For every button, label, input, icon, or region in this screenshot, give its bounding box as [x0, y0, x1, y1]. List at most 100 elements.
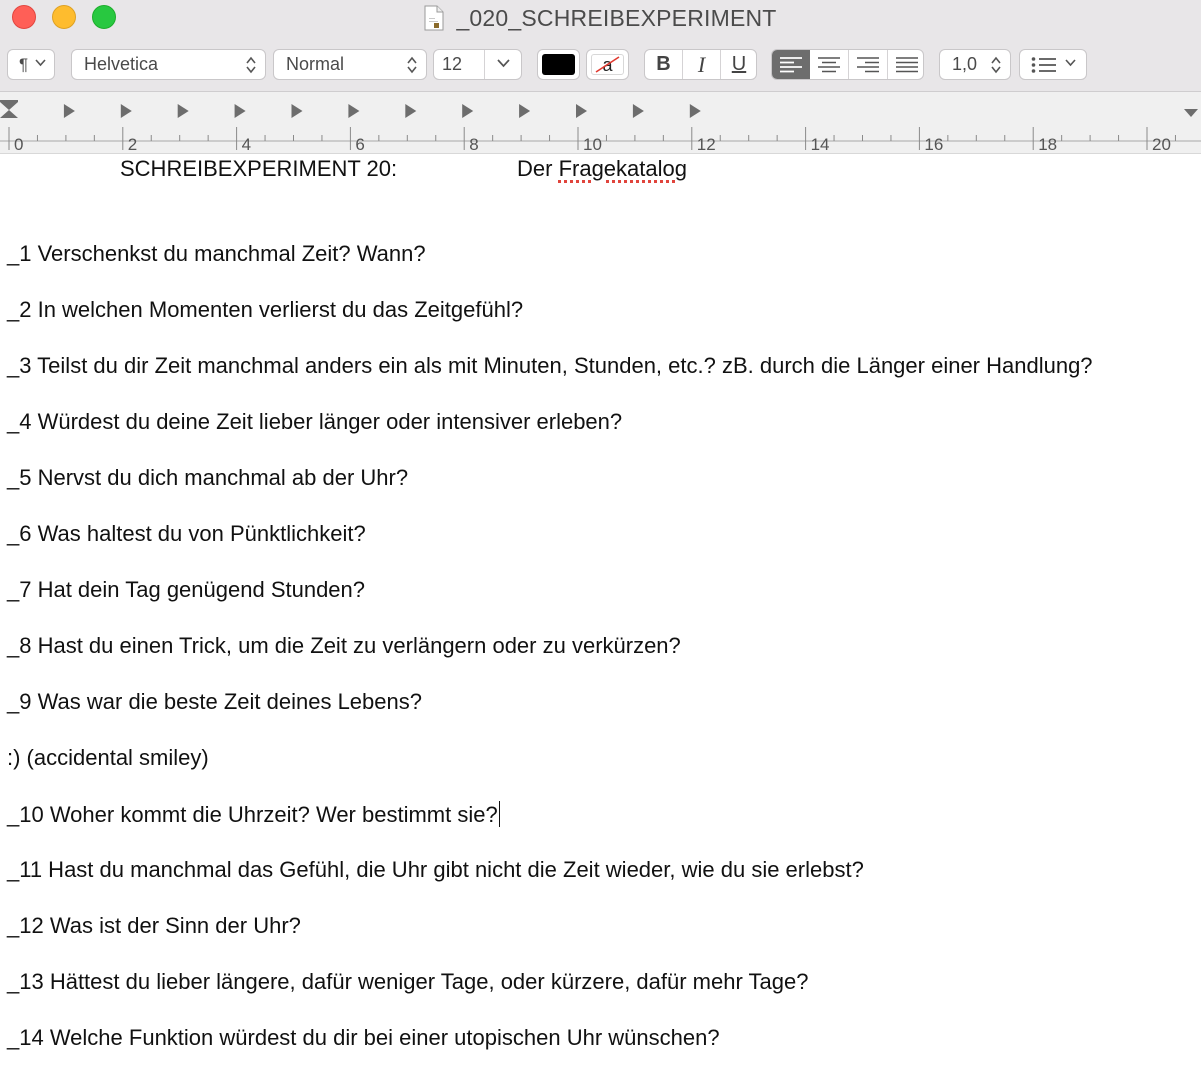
paragraph: _2 In welchen Momenten verlierst du das … [7, 297, 523, 323]
paragraph-text: _14 Welche Funktion würdest du dir bei e… [7, 1025, 720, 1050]
paragraph: _6 Was haltest du von Pünktlichkeit? [7, 521, 366, 547]
alignment-segmented [771, 49, 924, 80]
text-color-swatch [542, 54, 575, 75]
document-body[interactable]: SCHREIBEXPERIMENT 20: Der Fragekatalog _… [0, 154, 1201, 1087]
tab-stop-marker[interactable] [576, 104, 587, 118]
paragraph: _7 Hat dein Tag genügend Stunden? [7, 577, 365, 603]
tab-stop-marker[interactable] [405, 104, 417, 118]
tab-stop-marker[interactable] [632, 104, 644, 118]
updown-chevron-icon [246, 56, 256, 74]
heading-right: Der Fragekatalog [517, 156, 687, 182]
no-color-slash-icon [595, 56, 620, 73]
font-size-combo[interactable]: 12 [433, 49, 522, 80]
pilcrow-icon: ¶ [19, 54, 29, 74]
paragraph-text: :) (accidental smiley) [7, 745, 209, 770]
paragraph-text: _13 Hättest du lieber längere, dafür wen… [7, 969, 809, 994]
paragraph-text: _5 Nervst du dich manchmal ab der Uhr? [7, 465, 409, 490]
tab-stop-marker[interactable] [462, 104, 474, 118]
ruler-label: 12 [697, 135, 716, 154]
ruler[interactable]: 0 2 4 6 8 10 12 14 16 18 20 [0, 92, 1201, 154]
align-left-icon [780, 56, 802, 72]
chevron-down-icon [1065, 59, 1076, 67]
ruler-label: 20 [1152, 135, 1171, 154]
misspelled-word[interactable]: Fragekatalog [559, 156, 687, 181]
font-style-select[interactable]: Normal [273, 49, 427, 80]
italic-button[interactable]: I [683, 50, 720, 79]
tab-stop-marker[interactable] [689, 104, 701, 118]
window-title-area: _020_SCHREIBEXPERIMENT [0, 0, 1201, 36]
tab-stop-marker[interactable] [519, 104, 531, 118]
font-style-value: Normal [286, 54, 345, 74]
paragraph-text: _7 Hat dein Tag genügend Stunden? [7, 577, 366, 602]
paragraph-text: _4 Würdest du deine Zeit lieber länger o… [7, 409, 623, 434]
paragraph: _13 Hättest du lieber längere, dafür wen… [7, 969, 808, 995]
paragraph: _10 Woher kommt die Uhrzeit? Wer bestimm… [7, 801, 500, 828]
title-bar: _020_SCHREIBEXPERIMENT [0, 0, 1201, 38]
align-center-button[interactable] [810, 50, 848, 79]
paragraph: _12 Was ist der Sinn der Uhr? [7, 913, 301, 939]
paragraph-styles-button[interactable]: ¶ [7, 49, 55, 80]
highlight-color-well[interactable]: a [586, 49, 629, 80]
bold-button[interactable]: B [645, 50, 682, 79]
format-toolbar: ¶ Helvetica Normal 12 a B I U [0, 38, 1201, 92]
paragraph: _9 Was war die beste Zeit deines Lebens? [7, 689, 422, 715]
paragraph-text: _3 Teilst du dir Zeit manchmal anders ei… [7, 353, 1093, 378]
chevron-down-icon [35, 59, 46, 67]
ruler-label: 8 [469, 135, 478, 154]
line-spacing-select[interactable]: 1,0 [939, 49, 1011, 80]
updown-chevron-icon [991, 56, 1001, 74]
chevron-down-icon[interactable] [497, 59, 510, 68]
paragraph-text: _1 Verschenkst du manchmal Zeit? Wann? [7, 241, 426, 266]
paragraph: _3 Teilst du dir Zeit manchmal anders ei… [7, 353, 1093, 379]
paragraph: _5 Nervst du dich manchmal ab der Uhr? [7, 465, 408, 491]
indent-bar [0, 100, 18, 102]
combo-divider [484, 50, 485, 79]
paragraph-text: _2 In welchen Momenten verlierst du das … [7, 297, 524, 322]
first-line-indent-marker[interactable] [0, 102, 18, 110]
paragraph: :) (accidental smiley) [7, 745, 209, 771]
ruler-label: 2 [128, 135, 137, 154]
align-center-icon [818, 56, 840, 72]
font-size-value[interactable]: 12 [434, 54, 462, 75]
paragraph-text: _11 Hast du manchmal das Gefühl, die Uhr… [7, 857, 864, 882]
left-indent-marker[interactable] [0, 110, 18, 118]
right-indent-marker[interactable] [1184, 109, 1198, 117]
font-family-value: Helvetica [84, 54, 159, 74]
align-left-button[interactable] [772, 50, 810, 79]
paragraph: _1 Verschenkst du manchmal Zeit? Wann? [7, 241, 426, 267]
paragraph: _11 Hast du manchmal das Gefühl, die Uhr… [7, 857, 864, 883]
ruler-label: 6 [355, 135, 364, 154]
align-justify-icon [895, 56, 918, 72]
list-bullets-icon [1031, 57, 1056, 73]
document-icon [424, 5, 444, 31]
highlight-swatch: a [591, 54, 624, 75]
tab-stop-marker[interactable] [234, 104, 246, 118]
ruler-scale: 0 2 4 6 8 10 12 14 16 18 20 [0, 100, 1201, 154]
underline-button[interactable]: U [721, 50, 757, 79]
align-right-button[interactable] [849, 50, 887, 79]
tab-stop-marker[interactable] [291, 104, 303, 118]
window-title: _020_SCHREIBEXPERIMENT [456, 4, 777, 31]
line-spacing-value: 1,0 [952, 54, 978, 74]
ruler-label: 4 [242, 135, 251, 154]
text-cursor [498, 801, 500, 827]
ruler-label: 10 [583, 135, 602, 154]
tab-stop-marker[interactable] [177, 104, 189, 118]
list-style-button[interactable] [1019, 49, 1087, 80]
paragraph-text: _9 Was war die beste Zeit deines Lebens? [7, 689, 422, 714]
paragraph: _4 Würdest du deine Zeit lieber länger o… [7, 409, 622, 435]
tab-stop-marker[interactable] [63, 104, 75, 118]
tab-stop-marker[interactable] [348, 104, 360, 118]
text-color-well[interactable] [537, 49, 580, 80]
paragraph-text: _6 Was haltest du von Pünktlichkeit? [7, 521, 366, 546]
text-style-segmented: B I U [644, 49, 757, 80]
heading-right-prefix: Der [517, 156, 559, 181]
font-family-select[interactable]: Helvetica [71, 49, 266, 80]
updown-chevron-icon [407, 56, 417, 74]
ruler-label: 0 [14, 135, 23, 154]
align-justify-button[interactable] [888, 50, 923, 79]
paragraph-text: _8 Hast du einen Trick, um die Zeit zu v… [7, 633, 681, 658]
tab-stop-marker[interactable] [120, 104, 132, 118]
paragraph: _8 Hast du einen Trick, um die Zeit zu v… [7, 633, 681, 659]
ruler-label: 16 [924, 135, 943, 154]
